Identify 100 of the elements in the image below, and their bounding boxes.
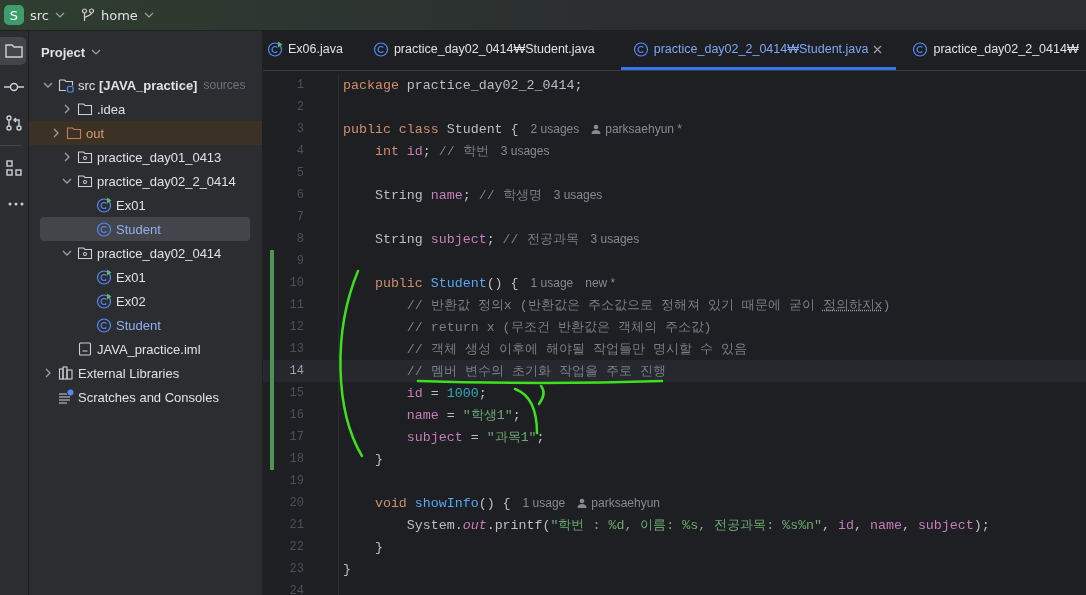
code-line: } xyxy=(343,561,351,577)
structure-icon xyxy=(4,158,24,178)
tree-item[interactable]: practice_day01_0413 xyxy=(40,145,250,169)
tree-item[interactable]: Ex01 xyxy=(40,193,250,217)
usage-hint[interactable]: 2 usages xyxy=(530,122,580,136)
panel-title[interactable]: Project xyxy=(41,44,86,60)
source-folder-icon xyxy=(58,77,74,93)
code-line: // return x (무조건 반환값은 객체의 주소값) xyxy=(405,319,712,336)
tree-item-label: practice_day01_0413 xyxy=(97,149,222,165)
tree-item-label: Student xyxy=(116,317,161,333)
class-icon xyxy=(96,317,112,333)
tree-item[interactable]: JAVA_practice.iml xyxy=(40,337,250,361)
package-icon xyxy=(77,245,93,261)
usage-hint[interactable]: 1 usage xyxy=(522,496,566,510)
usage-hint[interactable]: 3 usages xyxy=(500,144,550,158)
branch-icon[interactable] xyxy=(81,8,95,22)
tree-item[interactable]: Ex02 xyxy=(40,289,250,313)
folder-icon xyxy=(77,101,93,117)
pull-request-icon xyxy=(4,113,24,133)
code-line: System.out.printf("학번 : %d, 이름: %s, 전공과목: %s%n", id, name, subject); xyxy=(405,517,990,534)
file-icon xyxy=(77,341,93,357)
tree-item[interactable]: Student xyxy=(40,313,250,337)
code-line: } xyxy=(373,539,383,555)
usage-hint[interactable]: new * xyxy=(585,276,616,290)
tree-item[interactable]: src [JAVA_practice] sources xyxy=(40,73,250,97)
code-line: int id; // 학번 xyxy=(373,143,489,160)
chevron-icon[interactable] xyxy=(51,128,61,138)
code-line: public class Student { xyxy=(343,121,519,137)
chevron-icon[interactable] xyxy=(62,152,72,162)
project-menu[interactable]: src xyxy=(30,7,49,23)
code-line: subject = "과목1"; xyxy=(405,429,545,446)
code-line: // 객체 생성 이후에 해야될 작업들만 명시할 수 있음 xyxy=(405,341,747,358)
tree-item-label: Scratches and Consoles xyxy=(78,389,219,405)
library-icon xyxy=(58,365,74,381)
usage-hint[interactable]: 1 usage xyxy=(530,276,574,290)
chevron-icon[interactable] xyxy=(62,248,72,258)
tree-item[interactable]: Scratches and Consoles xyxy=(40,385,250,409)
tree-item[interactable]: Ex01 xyxy=(40,265,250,289)
tree-item-label: practice_day02_2_0414 xyxy=(97,173,236,189)
class-icon xyxy=(372,41,389,57)
tree-item-label: JAVA_practice.iml xyxy=(97,341,201,357)
tree-item-note: sources xyxy=(203,78,246,92)
editor-tab[interactable]: practice_day02_0414₩Student.java xyxy=(368,31,609,70)
project-tool-button[interactable] xyxy=(0,37,26,65)
caret-icon[interactable] xyxy=(55,12,65,18)
editor-tab[interactable]: practice_day02_2_0414₩ xyxy=(908,31,1086,70)
person-icon xyxy=(577,498,588,508)
tree-item[interactable]: Student xyxy=(40,217,250,241)
code-line: name = "학생1"; xyxy=(405,407,521,424)
code-line: package practice_day02_2_0414; xyxy=(343,77,583,93)
person-icon xyxy=(591,124,602,134)
more-icon xyxy=(8,202,24,206)
code-line: // 반환값 정의x (반환값은 주소값으로 정해져 있기 때문에 굳이 정의하지x) xyxy=(405,297,891,314)
caret-icon[interactable] xyxy=(91,49,102,55)
chevron-icon[interactable] xyxy=(62,176,72,186)
chevron-icon[interactable] xyxy=(43,80,53,90)
code-line: public Student() { xyxy=(373,275,519,291)
tree-item-label: Ex01 xyxy=(116,197,146,213)
code-line: } xyxy=(373,451,383,467)
author-hint[interactable]: parksaehyun * xyxy=(605,122,682,136)
folder-icon xyxy=(66,125,82,141)
code-line: String name; // 학생명 xyxy=(373,187,542,204)
tree-item-label: .idea xyxy=(97,101,126,117)
runnable-class-icon xyxy=(267,41,283,57)
tree-item-label: practice_day02_0414 xyxy=(97,245,222,261)
editor-tab[interactable]: practice_day02_2_0414₩Student.java xyxy=(620,31,897,70)
chevron-icon[interactable] xyxy=(62,104,72,114)
class-icon xyxy=(96,221,112,237)
author-hint[interactable]: parksaehyun xyxy=(591,496,660,510)
tree-item[interactable]: practice_day02_0414 xyxy=(40,241,250,265)
editor-tab[interactable]: Ex06.java xyxy=(263,31,357,70)
code-line: String subject; // 전공과목 xyxy=(373,231,579,248)
folder-icon xyxy=(4,41,24,61)
runnable-class-icon xyxy=(96,197,112,213)
class-icon xyxy=(912,41,929,57)
branch-menu[interactable]: home xyxy=(101,7,138,23)
class-icon xyxy=(632,41,649,57)
package-icon xyxy=(77,149,93,165)
tree-item[interactable]: External Libraries xyxy=(40,361,250,385)
caret-icon[interactable] xyxy=(143,12,154,18)
chevron-icon[interactable] xyxy=(43,368,53,378)
tree-item[interactable]: .idea xyxy=(40,97,250,121)
usage-hint[interactable]: 3 usages xyxy=(590,232,640,246)
close-icon[interactable] xyxy=(873,44,883,54)
tree-item-label: src [JAVA_practice] xyxy=(78,77,198,93)
tree-item-label: External Libraries xyxy=(78,365,180,381)
runnable-class-icon xyxy=(96,293,112,309)
usage-hint[interactable]: 3 usages xyxy=(553,188,603,202)
scratches-icon xyxy=(58,389,74,405)
package-icon xyxy=(77,173,93,189)
tree-item-label: Ex02 xyxy=(116,293,146,309)
tree-item-label: Ex01 xyxy=(116,269,146,285)
code-line: id = 1000; xyxy=(405,385,487,401)
tree-item-label: out xyxy=(86,125,105,141)
tree-item-label: Student xyxy=(116,221,161,237)
tree-item[interactable]: practice_day02_2_0414 xyxy=(40,169,250,193)
code-line: // 멤버 변수의 초기화 작업을 주로 진행 xyxy=(405,363,666,380)
tree-item[interactable]: out xyxy=(29,121,262,145)
line-number: 14 xyxy=(288,364,304,378)
code-line: void showInfo() { xyxy=(373,495,511,511)
